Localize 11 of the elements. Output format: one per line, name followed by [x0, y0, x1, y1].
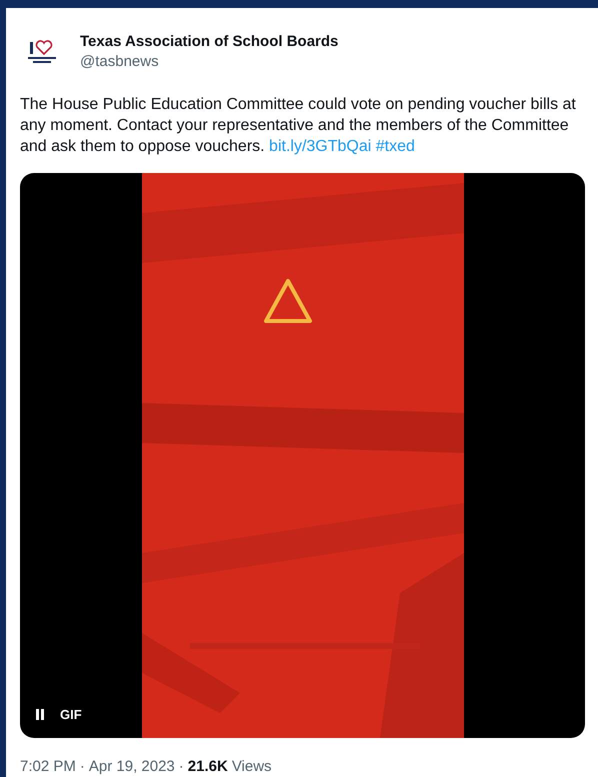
separator-dot: ·: [178, 757, 184, 777]
views-label: Views: [232, 757, 272, 777]
post-date[interactable]: Apr 19, 2023: [88, 756, 175, 777]
gif-label: GIF: [60, 706, 82, 724]
pause-icon[interactable]: [36, 708, 44, 720]
views-count: 21.6K: [188, 757, 228, 777]
post-text: The House Public Education Committee could vote on pending voucher bills at any moment. Contact your representative and the members of the Committee and ask them to oppose vouchers. bit.ly/3GTbQai #txed: [20, 95, 577, 157]
separator-dot: ·: [80, 757, 85, 777]
post-time[interactable]: 7:02 PM: [20, 756, 76, 777]
author-handle[interactable]: @tasbnews: [80, 52, 338, 72]
author-name[interactable]: Texas Association of School Boards: [80, 32, 338, 52]
